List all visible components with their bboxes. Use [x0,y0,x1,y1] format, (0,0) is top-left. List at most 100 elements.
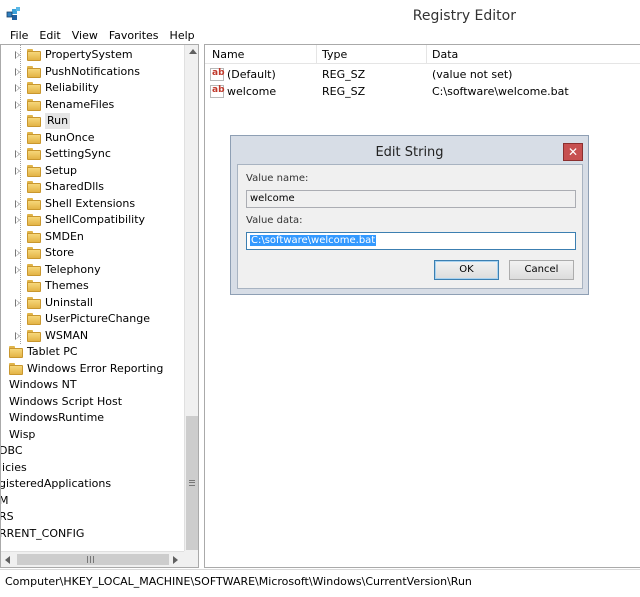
tree-item[interactable]: SettingSync [15,146,183,162]
tree-item[interactable]: licies [1,460,183,476]
list-item[interactable]: ab welcome REG_SZ C:\software\welcome.ba… [205,83,640,100]
tree-item-label: RS [0,510,14,523]
tree-item[interactable]: Windows NT [1,377,183,393]
tree-item[interactable]: WindowsRuntime [1,410,183,426]
tree-item[interactable]: Uninstall [15,295,183,311]
tree-item[interactable]: PropertySystem [15,47,183,63]
folder-icon [27,49,41,61]
expand-arrow-icon[interactable] [15,100,20,109]
tree-item[interactable]: WSMAN [15,328,183,344]
tree-item[interactable]: SMDEn [15,229,183,245]
expand-arrow-icon[interactable] [15,84,20,92]
tree-item-label: ShellCompatibility [45,213,146,226]
tree-item-label: Telephony [45,262,101,276]
scroll-right-icon[interactable] [173,556,178,564]
column-header-data[interactable]: Data [432,48,458,61]
tree-item[interactable]: Shell Extensions [15,196,183,212]
folder-icon [27,197,41,210]
column-header-name[interactable]: Name [212,48,244,61]
tree-item[interactable]: Store [15,245,183,261]
expand-arrow-icon[interactable] [15,331,20,340]
tree-item[interactable]: gisteredApplications [1,476,183,492]
value-name-field[interactable]: welcome [246,190,576,208]
expand-arrow-icon[interactable] [15,298,20,307]
expand-arrow-icon[interactable] [15,216,20,224]
list-item[interactable]: ab (Default) REG_SZ (value not set) [205,66,640,83]
scroll-up-icon[interactable] [189,49,197,54]
tree-item-label: WindowsRuntime [9,411,105,424]
tree-item-label: Setup [45,163,78,177]
folder-icon [27,115,41,127]
tree-item-label: Store [45,246,75,259]
list-header: Name Type Data [205,45,640,64]
expand-arrow-icon[interactable] [15,249,20,257]
expand-arrow-icon[interactable] [15,67,20,76]
column-header-type[interactable]: Type [322,48,347,61]
tree-item[interactable]: Windows Script Host [1,394,183,410]
tree-item-label: RRENT_CONFIG [0,526,85,540]
tree-item[interactable]: Setup [15,163,183,179]
value-data: (value not set) [432,68,513,81]
tree-item[interactable]: ShellCompatibility [15,212,183,228]
expand-arrow-icon[interactable] [15,265,20,274]
tree-item[interactable]: M [1,493,183,509]
value-data: C:\software\welcome.bat [432,85,569,98]
column-divider[interactable] [316,45,317,64]
tree-horizontal-scrollbar[interactable] [1,551,184,567]
dialog-body: Value name: welcome Value data: C:\softw… [237,164,583,289]
menu-file[interactable]: File [10,28,28,44]
cancel-button[interactable]: Cancel [509,260,574,280]
tree-item[interactable]: Windows Error Reporting [1,361,183,377]
registry-path: Computer\HKEY_LOCAL_MACHINE\SOFTWARE\Mic… [5,575,472,588]
folder-icon [27,65,41,78]
tree-item[interactable]: SharedDlls [15,179,183,195]
tree-item[interactable]: RenameFiles [15,97,183,113]
folder-icon [27,230,41,243]
values-list[interactable]: Name Type Data ab (Default) REG_SZ (valu… [204,44,640,568]
folder-icon [27,313,41,325]
folder-icon [9,346,23,358]
grip-icon [87,556,94,563]
menu-favorites[interactable]: Favorites [109,28,159,44]
expand-arrow-icon[interactable] [15,199,20,208]
menu-edit[interactable]: Edit [39,28,60,44]
menu-help[interactable]: Help [170,28,195,44]
tree-item[interactable]: RRENT_CONFIG [1,526,183,542]
string-value-icon: ab [210,68,225,81]
tree-item[interactable]: RS [1,509,183,525]
title-bar: Registry Editor [0,0,640,30]
tree-item[interactable]: Wisp [1,427,183,443]
value-data-label: Value data: [246,215,303,226]
registry-tree[interactable]: PropertySystem PushNotifications Reliabili… [0,44,199,568]
vertical-scroll-thumb[interactable] [186,416,198,550]
tree-vertical-scrollbar[interactable] [184,45,198,551]
folder-icon [9,362,23,375]
tree-item-label: M [1,493,9,509]
tree-item[interactable]: PushNotifications [15,64,183,80]
tree-item[interactable]: UserPictureChange [15,311,183,327]
tree-item[interactable]: Reliability [15,80,183,96]
tree-item[interactable]: Tablet PC [1,344,183,360]
tree-item[interactable]: DBC [1,443,183,459]
column-divider[interactable] [426,45,427,64]
tree-item-label: Reliability [45,81,99,94]
tree-item[interactable]: Run [15,113,183,129]
expand-arrow-icon[interactable] [15,51,20,59]
expand-arrow-icon[interactable] [15,150,20,158]
scroll-left-icon[interactable] [5,556,10,564]
tree-item[interactable]: Telephony [15,262,183,278]
tree-item[interactable]: Themes [15,278,183,294]
expand-arrow-icon[interactable] [15,166,20,175]
close-button[interactable]: ✕ [563,143,583,161]
window-title: Registry Editor [412,8,516,24]
menu-view[interactable]: View [72,28,98,44]
ok-button[interactable]: OK [434,260,499,280]
tree-item[interactable]: RunOnce [15,130,183,146]
horizontal-scroll-thumb[interactable] [17,554,169,565]
folder-icon [27,296,41,309]
folder-icon [27,280,41,292]
scrollbar-corner [184,551,198,567]
value-data-input[interactable]: C:\software\welcome.bat [246,232,576,250]
string-value-icon: ab [210,85,225,98]
tree-item-label: Windows Script Host [9,394,123,408]
